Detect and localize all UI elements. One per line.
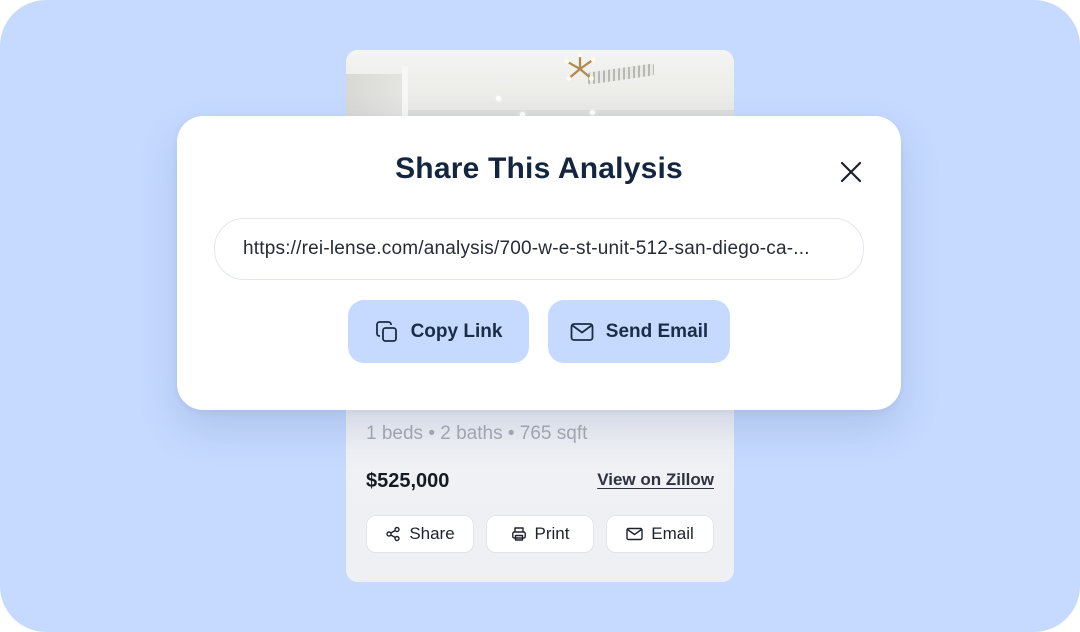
- view-on-zillow-link[interactable]: View on Zillow: [597, 470, 714, 490]
- close-button[interactable]: [837, 158, 865, 186]
- share-url-input[interactable]: [241, 237, 837, 261]
- chandelier-icon: [564, 52, 596, 81]
- send-email-label: Send Email: [605, 320, 709, 342]
- copy-icon: [375, 320, 397, 342]
- card-action-bar: Share Print Email: [366, 515, 714, 553]
- print-button-label: Print: [534, 524, 570, 543]
- printer-icon: [511, 527, 526, 541]
- share-url-field[interactable]: [214, 218, 864, 280]
- close-icon: [840, 161, 862, 183]
- copy-link-label: Copy Link: [410, 320, 503, 342]
- share-button-label: Share: [409, 524, 455, 543]
- share-icon: [386, 526, 401, 542]
- send-email-button[interactable]: Send Email: [548, 300, 730, 363]
- share-modal: Share This Analysis Copy Link: [177, 116, 901, 410]
- print-button[interactable]: Print: [486, 515, 594, 553]
- email-button-label: Email: [651, 524, 694, 543]
- copy-link-button[interactable]: Copy Link: [348, 300, 529, 363]
- modal-title: Share This Analysis: [395, 152, 683, 185]
- property-details: 1 beds • 2 baths • 765 sqft: [366, 423, 588, 444]
- mail-icon: [626, 527, 643, 541]
- mail-icon: [570, 322, 594, 341]
- share-button[interactable]: Share: [366, 515, 474, 553]
- page-background: 1 beds • 2 baths • 765 sqft $525,000 Vie…: [0, 0, 1080, 632]
- email-button[interactable]: Email: [606, 515, 714, 553]
- property-price: $525,000: [366, 470, 450, 492]
